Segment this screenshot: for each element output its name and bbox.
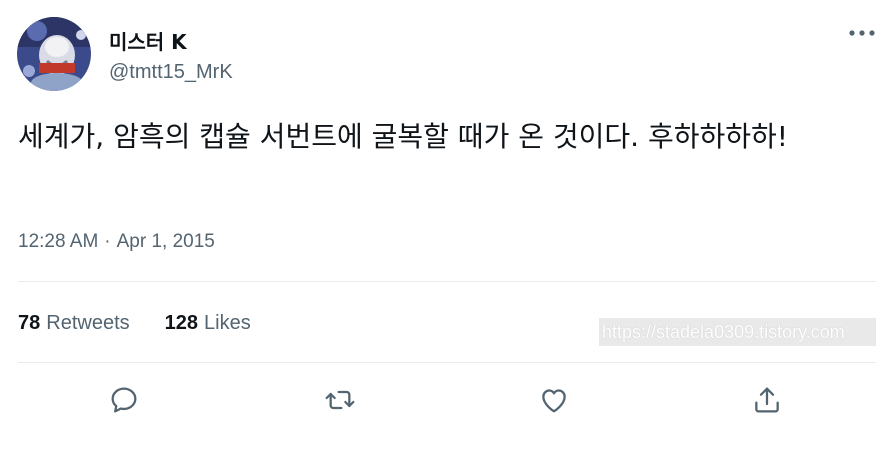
retweet-icon <box>325 390 355 410</box>
avatar-image <box>17 17 91 91</box>
retweet-button[interactable] <box>322 382 358 418</box>
tweet-stats: 78 Retweets 128 Likes <box>18 312 286 335</box>
timestamp: 12:28 AM · Apr 1, 2015 <box>18 231 215 253</box>
tweet-text: 세계가, 암흑의 캡슐 서번트에 굴복할 때가 온 것이다. 후하하하하! <box>18 120 788 153</box>
divider <box>18 281 876 282</box>
likes-stat[interactable]: 128 Likes <box>165 312 251 335</box>
likes-label: Likes <box>204 312 251 334</box>
likes-count: 128 <box>164 312 198 334</box>
share-icon <box>755 387 779 413</box>
avatar[interactable] <box>17 17 91 91</box>
divider <box>18 362 876 363</box>
user-handle[interactable]: @tmtt15_MrK <box>109 61 233 84</box>
tweet-date[interactable]: Apr 1, 2015 <box>117 231 215 253</box>
retweets-count: 78 <box>18 312 41 334</box>
retweets-label: Retweets <box>46 312 130 334</box>
share-button[interactable] <box>749 382 785 418</box>
reply-icon <box>111 387 137 413</box>
watermark: https://stadela0309.tistory.com <box>599 318 876 346</box>
like-button[interactable] <box>536 382 572 418</box>
reply-button[interactable] <box>106 382 142 418</box>
more-icon <box>849 30 875 36</box>
action-bar <box>0 382 894 420</box>
tweet-time[interactable]: 12:28 AM <box>18 231 98 253</box>
heart-icon <box>542 389 566 413</box>
more-options-button[interactable] <box>848 22 876 44</box>
display-name[interactable]: 미스터 K <box>109 26 187 55</box>
retweets-stat[interactable]: 78 Retweets <box>18 312 130 335</box>
timestamp-separator: · <box>104 231 111 252</box>
